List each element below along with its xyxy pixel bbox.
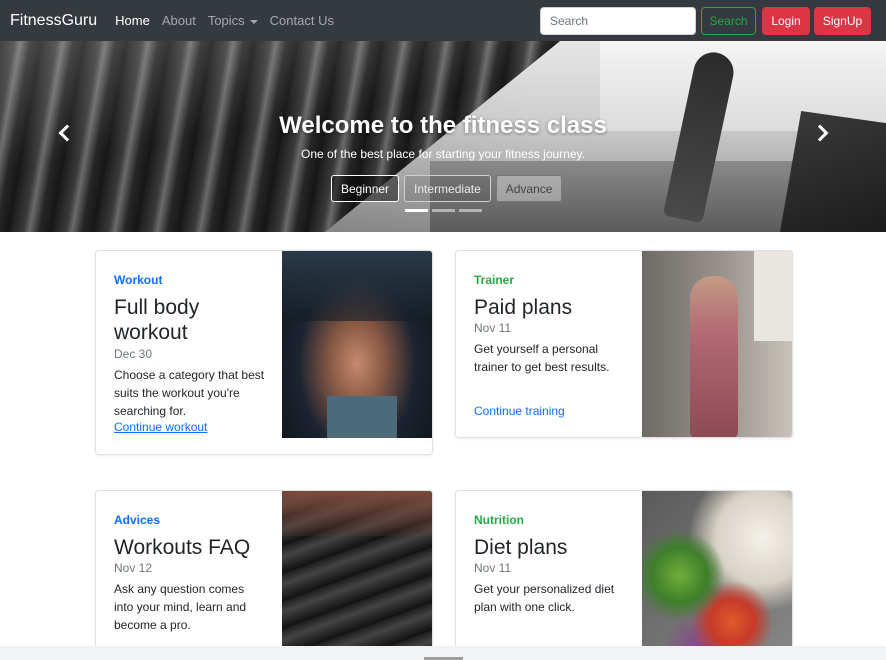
card-text: Choose a category that best suits the wo… [114, 368, 265, 418]
card-trainer: Trainer Paid plans Nov 11 Get yourself a… [455, 250, 793, 438]
card-date: Dec 30 [114, 347, 153, 361]
hoodie-shape [282, 251, 432, 321]
card-workout: Workout Full body workout Dec 30 Choose … [95, 250, 433, 455]
caret-down-icon [249, 19, 258, 24]
card-date: Nov 11 [474, 321, 512, 335]
shorts-shape [327, 396, 397, 438]
card-category: Nutrition [474, 513, 524, 527]
brand-logo[interactable]: FitnessGuru [10, 12, 97, 30]
card-advices: Advices Workouts FAQ Nov 12 Ask any ques… [95, 490, 433, 660]
card-date: Nov 11 [474, 561, 512, 575]
search-input[interactable] [540, 7, 696, 35]
trainer-photo [642, 251, 792, 437]
indicator-3[interactable] [459, 209, 482, 212]
card-category: Trainer [474, 273, 515, 287]
search-button[interactable]: Search [701, 7, 756, 35]
card-title: Paid plans [474, 296, 573, 319]
hero-carousel: Welcome to the fitness class One of the … [0, 41, 886, 232]
trainer-figure [690, 276, 738, 437]
hero-subtitle: One of the best place for starting your … [301, 147, 585, 161]
card-title: Diet plans [474, 536, 568, 559]
salad-photo [642, 491, 792, 659]
continue-training-link[interactable]: Continue training [474, 404, 565, 418]
continue-workout-link[interactable]: Continue workout [114, 420, 207, 434]
indicator-2[interactable] [432, 209, 455, 212]
abs-workout-photo [282, 251, 432, 438]
nav-home[interactable]: Home [115, 13, 150, 28]
card-text: Get your personalized diet plan with one… [474, 582, 615, 614]
signup-button[interactable]: SignUp [814, 7, 871, 35]
card-text: Get yourself a personal trainer to get b… [474, 342, 610, 374]
intermediate-button[interactable]: Intermediate [404, 175, 491, 202]
ceiling-shape [282, 491, 432, 536]
indicator-1[interactable] [405, 209, 428, 212]
card-title: Full body workout [114, 296, 200, 344]
card-text: Ask any question comes into your mind, l… [114, 582, 247, 632]
card-date: Nov 12 [114, 561, 153, 575]
card-title: Workouts FAQ [114, 536, 251, 559]
advance-button[interactable]: Advance [495, 175, 563, 202]
login-button[interactable]: Login [762, 7, 810, 35]
carousel-indicators [405, 209, 482, 212]
navbar: FitnessGuru Home About Topics Contact Us… [0, 0, 886, 41]
card-category: Advices [114, 513, 161, 527]
nav-about[interactable]: About [162, 13, 196, 28]
card-category: Workout [114, 273, 163, 287]
dumbbells-photo [282, 491, 432, 659]
level-buttons: Beginner Intermediate Advance [331, 175, 563, 202]
nav-topics-dropdown[interactable]: Topics [208, 13, 258, 28]
nav-contact[interactable]: Contact Us [270, 13, 334, 28]
beginner-button[interactable]: Beginner [331, 175, 400, 202]
card-nutrition: Nutrition Diet plans Nov 11 Get your per… [455, 490, 793, 660]
nav-topics-label: Topics [207, 13, 245, 28]
window-shape [754, 251, 792, 341]
hero-title: Welcome to the fitness class [279, 112, 607, 139]
